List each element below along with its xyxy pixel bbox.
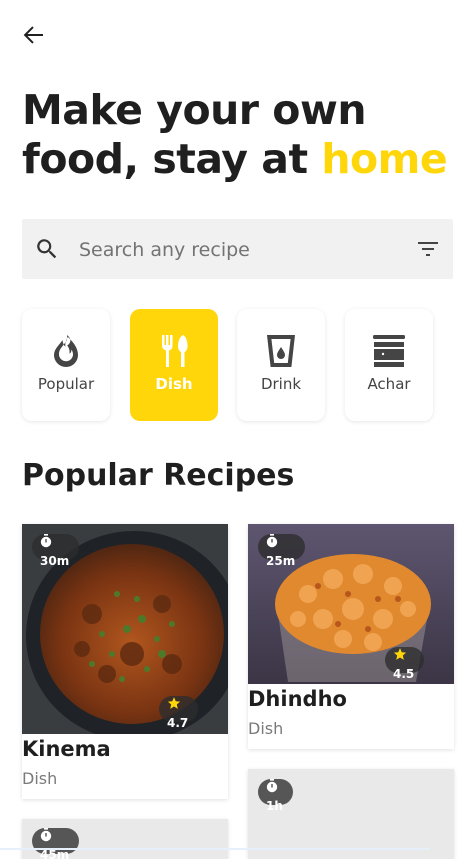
fork-knife-icon (162, 335, 188, 367)
fire-icon (54, 335, 78, 367)
category-label: Dish (155, 375, 193, 393)
recipe-image: 30m 4.7 (22, 524, 228, 734)
recipe-card-dhindho[interactable]: 25m 4.5 Dhindho Dish (248, 524, 454, 749)
timer-icon (266, 534, 278, 548)
search-input[interactable] (77, 231, 401, 269)
rating-text: 4.5 (393, 667, 415, 681)
rating-text: 4.7 (167, 716, 189, 730)
page-headline: Make your own food, stay at home (22, 86, 448, 184)
cook-time-badge: 25m (258, 534, 306, 568)
category-drink[interactable]: Drink (237, 309, 325, 421)
recipe-image: 25m 4.5 (248, 524, 454, 684)
recipe-name: Dhindho (248, 687, 347, 711)
category-achar[interactable]: Achar (345, 309, 433, 421)
recipe-image: 1h (248, 769, 454, 859)
category-label: Drink (260, 375, 302, 393)
star-icon (393, 648, 407, 660)
timer-icon (40, 828, 52, 842)
cook-time-text: 25m (266, 554, 296, 568)
cook-time-text: 1h (266, 799, 283, 813)
recipe-card-4[interactable]: 1h (248, 769, 454, 859)
category-label: Popular (37, 375, 95, 393)
cook-time-text: 30m (40, 554, 70, 568)
section-title: Popular Recipes (22, 458, 295, 493)
bottom-divider (0, 848, 430, 850)
timer-icon (40, 534, 52, 548)
recipe-card-kinema[interactable]: 30m 4.7 Kinema Dish (22, 524, 228, 799)
cook-time-badge: 30m (32, 534, 80, 568)
rating-badge: 4.5 (385, 647, 425, 681)
recipe-category: Dish (248, 719, 284, 738)
headline-line-1: Make your own (22, 86, 367, 134)
category-popular[interactable]: Popular (22, 309, 110, 421)
star-icon (167, 697, 181, 709)
back-arrow-icon[interactable] (18, 20, 48, 50)
drink-cup-icon (267, 335, 295, 367)
recipe-image: 45m (22, 819, 228, 859)
headline-line-2: food, stay at (22, 135, 322, 183)
category-dish[interactable]: Dish (130, 309, 218, 421)
pickle-jar-icon (373, 335, 405, 367)
recipe-category: Dish (22, 769, 58, 788)
category-label: Achar (367, 375, 411, 393)
recipe-name: Kinema (22, 737, 111, 761)
search-icon (37, 239, 57, 259)
cook-time-badge: 45m (32, 828, 80, 859)
search-bar (22, 219, 453, 279)
headline-accent-word: home (321, 135, 448, 183)
rating-badge: 4.7 (159, 696, 199, 730)
filter-icon[interactable] (415, 237, 441, 261)
recipe-card-3[interactable]: 45m (22, 819, 228, 859)
timer-icon (266, 779, 278, 793)
cook-time-badge: 1h (258, 779, 293, 813)
